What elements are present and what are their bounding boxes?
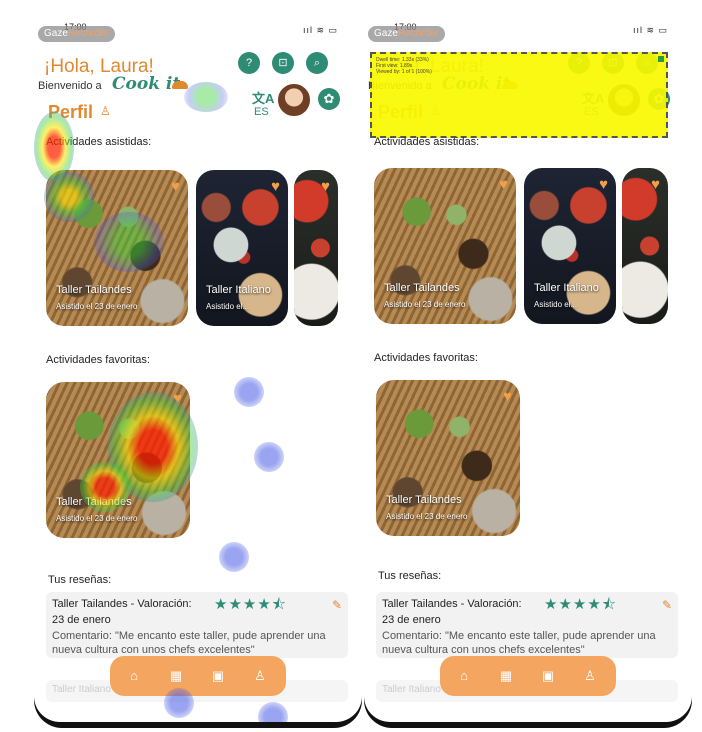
- star-rating: ★★★★⯪: [544, 596, 617, 613]
- welcome-text: Bienvenido a: [38, 80, 102, 92]
- viewed-by: Viewed by: 1 of 1 (100%): [376, 69, 432, 75]
- heart-icon[interactable]: ♥: [499, 176, 508, 193]
- heart-icon[interactable]: ♥: [271, 178, 280, 195]
- gallery-icon[interactable]: ▣: [538, 666, 558, 686]
- favorite-card[interactable]: ♥ Taller Tailandes Asistido el 23 de ene…: [376, 380, 520, 536]
- card-title: Taller Italiano: [206, 284, 271, 296]
- profile-icon[interactable]: ♙: [580, 666, 600, 686]
- cart-button[interactable]: ⊡: [272, 52, 294, 74]
- heart-icon[interactable]: ♥: [173, 390, 182, 407]
- help-button[interactable]: ?: [238, 52, 260, 74]
- attended-section-title: Actividades asistidas:: [46, 136, 152, 148]
- activity-card[interactable]: ♥ Taller Tailandes Asistido el 23 de ene…: [46, 170, 188, 326]
- settings-button[interactable]: ✿: [318, 88, 340, 110]
- heart-icon[interactable]: ♥: [171, 178, 180, 195]
- activity-card[interactable]: ♥ Taller Tailandes Asistido el 23 de ene…: [374, 168, 516, 324]
- gaze-recorder-badge: GazeRecorder: [38, 26, 116, 42]
- card-title: Taller Tailandes: [384, 282, 460, 294]
- reviews-section-title: Tus reseñas:: [378, 570, 442, 582]
- card-subtitle: Asistido el 23 de enero: [386, 512, 468, 521]
- gaze-heat-spot: [254, 442, 284, 472]
- calendar-icon[interactable]: ▦: [166, 666, 186, 686]
- aoi-highlight: Dwell time: 1.33s (33%) First view: 1.89…: [370, 52, 668, 138]
- app-screen: 17:00 ııl ≋ ▭ GazeRecorder ¡Hola, Laura!…: [34, 22, 362, 722]
- card-title: Taller Tailandes: [386, 494, 462, 506]
- card-subtitle: Asistido el...: [206, 302, 250, 311]
- status-icons: ııl ≋ ▭: [302, 25, 338, 35]
- chef-hat-icon: [172, 81, 188, 89]
- gaze-label: Gaze: [374, 28, 398, 39]
- review-title: Taller Tailandes - Valoración:: [52, 598, 192, 610]
- aoi-stats: Dwell time: 1.33s (33%) First view: 1.89…: [376, 57, 432, 75]
- phone-heatmap: 17:00 ııl ≋ ▭ GazeRecorder ¡Hola, Laura!…: [34, 22, 362, 728]
- status-icons: ııl ≋ ▭: [632, 25, 668, 35]
- edit-icon[interactable]: ✎: [662, 598, 672, 612]
- favorite-card[interactable]: ♥ Taller Tailandes Asistido el 23 de ene…: [46, 382, 190, 538]
- translate-icon[interactable]: 文A: [252, 88, 274, 107]
- heart-icon[interactable]: ♥: [599, 176, 608, 193]
- review-comment: Comentario: "Me encanto este taller, pud…: [52, 630, 326, 656]
- bottom-nav: ⌂ ▦ ▣ ♙: [440, 656, 616, 696]
- reviews-section-title: Tus reseñas:: [48, 574, 112, 586]
- bottom-nav: ⌂ ▦ ▣ ♙: [110, 656, 286, 696]
- search-button[interactable]: ⌕: [306, 52, 328, 74]
- food-image: [294, 170, 338, 326]
- review-card[interactable]: Taller Tailandes - Valoración: ★★★★⯪ ✎ 2…: [46, 592, 348, 658]
- recorder-label: Recorder: [397, 28, 440, 39]
- card-title: Taller Tailandes: [56, 284, 132, 296]
- brand-logo: Cook it: [112, 74, 181, 94]
- heart-icon[interactable]: ♥: [651, 176, 660, 193]
- review-comment: Comentario: "Me encanto este taller, pud…: [382, 630, 656, 656]
- gaze-label: Gaze: [44, 28, 68, 39]
- food-image: [622, 168, 668, 324]
- aoi-marker: [658, 56, 664, 62]
- heart-icon[interactable]: ♥: [321, 178, 330, 195]
- gaze-heat-spot: [219, 542, 249, 572]
- card-subtitle: Asistido el 23 de enero: [56, 514, 138, 523]
- gaze-heat-spot: [184, 82, 228, 112]
- star-rating: ★★★★⯪: [214, 596, 287, 613]
- page-title: Perfil: [48, 102, 94, 122]
- card-subtitle: Asistido el 23 de enero: [56, 302, 138, 311]
- language-code[interactable]: ES: [254, 106, 269, 118]
- activity-card[interactable]: ♥: [622, 168, 668, 324]
- gaze-heat-spot: [258, 702, 288, 722]
- edit-icon[interactable]: ✎: [332, 598, 342, 612]
- favorites-section-title: Actividades favoritas:: [374, 352, 478, 364]
- recorder-label: Recorder: [67, 28, 110, 39]
- review-title: Taller Italiano: [52, 684, 111, 695]
- card-title: Taller Tailandes: [56, 496, 132, 508]
- favorites-section-title: Actividades favoritas:: [46, 354, 150, 366]
- activity-card[interactable]: ♥: [294, 170, 338, 326]
- activity-card[interactable]: ♥ Taller Italiano Asistido el...: [524, 168, 616, 324]
- calendar-icon[interactable]: ▦: [496, 666, 516, 686]
- activity-card[interactable]: ♥ Taller Italiano Asistido el...: [196, 170, 288, 326]
- avatar[interactable]: [276, 82, 312, 118]
- review-date: 23 de enero: [52, 614, 111, 626]
- review-card[interactable]: Taller Tailandes - Valoración: ★★★★⯪ ✎ 2…: [376, 592, 678, 658]
- heart-icon[interactable]: ♥: [503, 388, 512, 405]
- app-screen: 17:00 ııl ≋ ▭ GazeRecorder ¡Hola, Laura!…: [364, 22, 692, 722]
- attended-section-title: Actividades asistidas:: [374, 136, 480, 148]
- home-icon[interactable]: ⌂: [124, 666, 144, 686]
- card-title: Taller Italiano: [534, 282, 599, 294]
- card-subtitle: Asistido el...: [534, 300, 578, 309]
- gaze-heat-spot: [234, 377, 264, 407]
- home-icon[interactable]: ⌂: [454, 666, 474, 686]
- card-subtitle: Asistido el 23 de enero: [384, 300, 466, 309]
- review-title: Taller Tailandes - Valoración:: [382, 598, 522, 610]
- user-icon: ♙: [100, 104, 111, 118]
- profile-icon[interactable]: ♙: [250, 666, 270, 686]
- gallery-icon[interactable]: ▣: [208, 666, 228, 686]
- phone-aoi: 17:00 ııl ≋ ▭ GazeRecorder ¡Hola, Laura!…: [364, 22, 692, 728]
- review-date: 23 de enero: [382, 614, 441, 626]
- gaze-recorder-badge: GazeRecorder: [368, 26, 446, 42]
- review-title: Taller Italiano: [382, 684, 441, 695]
- comparison-view: 17:00 ııl ≋ ▭ GazeRecorder ¡Hola, Laura!…: [0, 0, 702, 732]
